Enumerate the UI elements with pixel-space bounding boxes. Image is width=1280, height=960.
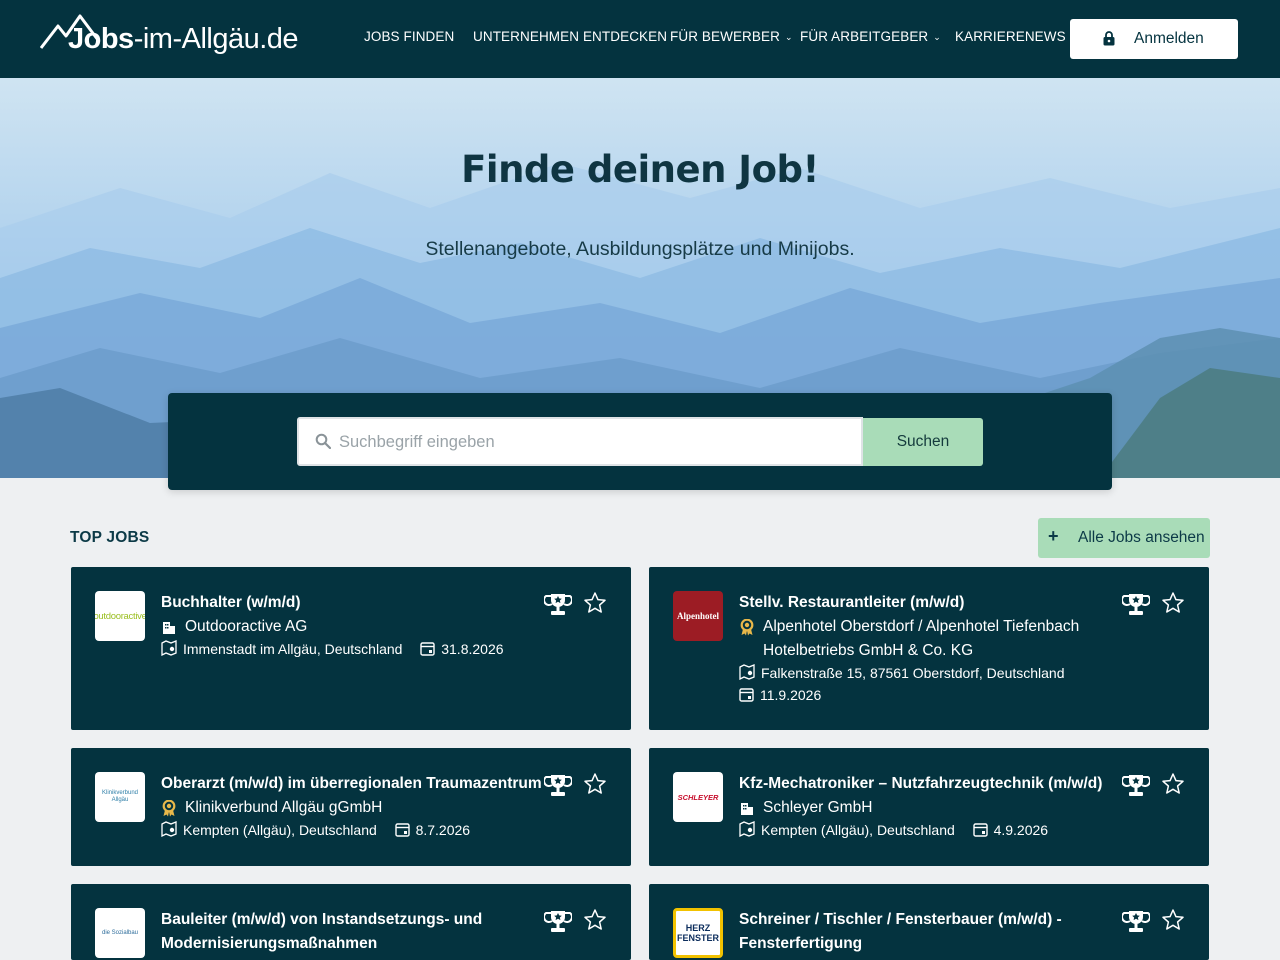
favorite-star-icon[interactable] [1161,908,1185,932]
job-meta: Immenstadt im Allgäu, Deutschland 31.8.2… [161,638,504,660]
nav-fuer-arbeitgeber[interactable]: FÜR ARBEITGEBER ⌄ [800,29,941,44]
lock-icon [1103,31,1115,46]
hero-subtitle: Stellenangebote, Ausbildungsplätze und M… [425,238,855,260]
job-title[interactable]: Buchhalter (w/m/d) [161,591,561,615]
company-logo: Klinikverbund Allgäu [95,772,145,822]
award-badge-icon [162,800,176,817]
job-location: Kempten (Allgäu), Deutschland [761,822,955,838]
all-jobs-button[interactable]: + Alle Jobs ansehen [1038,518,1210,558]
nav-jobs-finden[interactable]: JOBS FINDEN [364,29,454,44]
job-title[interactable]: Kfz-Mechatroniker – Nutzfahrzeugtechnik … [739,772,1139,796]
job-company: Klinikverbund Allgäu gGmbH [161,796,382,820]
company-logo: HERZ FENSTER [673,908,723,958]
job-card[interactable]: SCHLEYER Kfz-Mechatroniker – Nutzfahrzeu… [649,748,1209,866]
location-map-icon [161,821,177,837]
calendar-icon [972,823,988,837]
job-card[interactable]: HERZ FENSTER Schreiner / Tischler / Fens… [649,884,1209,960]
job-title[interactable]: Schreiner / Tischler / Fensterbauer (m/w… [739,908,1099,956]
top-job-trophy-icon [1122,775,1150,796]
login-button[interactable]: Anmelden [1070,19,1238,59]
favorite-star-icon[interactable] [583,908,607,932]
search-button[interactable]: Suchen [863,418,983,466]
search-input[interactable] [339,429,839,455]
job-meta: Falkenstraße 15, 87561 Oberstdorf, Deuts… [739,662,1065,684]
nav-fuer-bewerber[interactable]: FÜR BEWERBER ⌄ [670,29,793,44]
location-map-icon [739,821,755,837]
job-meta: Kempten (Allgäu), Deutschland 8.7.2026 [161,819,470,841]
job-date: 8.7.2026 [415,822,471,838]
hero-title: Finde deinen Job! [461,148,819,191]
favorite-star-icon[interactable] [1161,591,1185,615]
company-logo: die Sozialbau [95,908,145,958]
top-job-trophy-icon [544,911,572,932]
calendar-icon [394,823,410,837]
job-date: 4.9.2026 [993,822,1049,838]
login-label: Anmelden [1134,30,1204,47]
award-badge-icon [740,619,754,636]
calendar-icon [739,688,754,702]
company-logo: Alpenhotel [673,591,723,641]
favorite-star-icon[interactable] [1161,772,1185,796]
job-title[interactable]: Oberarzt (m/w/d) im überregionalen Traum… [161,772,551,796]
chevron-down-icon: ⌄ [784,32,793,42]
job-card[interactable]: die Sozialbau Bauleiter (m/w/d) von Inst… [71,884,631,960]
job-card[interactable]: Klinikverbund Allgäu Oberarzt (m/w/d) im… [71,748,631,866]
top-jobs-heading: TOP JOBS [70,529,150,546]
logo-text: Jobs-im-Allgäu.de [68,23,299,55]
top-job-trophy-icon [1122,594,1150,615]
job-card[interactable]: outdooractive Buchhalter (w/m/d) Outdoor… [71,567,631,730]
location-map-icon [161,640,177,656]
job-meta: Kempten (Allgäu), Deutschland 4.9.2026 [739,819,1048,841]
chevron-down-icon: ⌄ [933,32,941,42]
job-title[interactable]: Bauleiter (m/w/d) von Instandsetzungs- u… [161,908,541,956]
top-job-trophy-icon [1122,911,1150,932]
job-meta-date: 11.9.2026 [739,684,821,706]
job-company: Outdooractive AG [161,615,307,639]
job-date: 31.8.2026 [441,641,504,657]
site-header: Jobs-im-Allgäu.de JOBS FINDEN UNTERNEHME… [0,0,1280,78]
job-card[interactable]: Alpenhotel Stellv. Restaurantleiter (m/w… [649,567,1209,730]
job-date: 11.9.2026 [760,687,822,703]
building-icon [741,803,753,815]
job-location: Kempten (Allgäu), Deutschland [183,822,377,838]
nav-karrierenews[interactable]: KARRIERENEWS [955,29,1066,44]
favorite-star-icon[interactable] [583,591,607,615]
top-job-trophy-icon [544,594,572,615]
top-job-trophy-icon [544,775,572,796]
plus-icon: + [1048,526,1059,546]
job-location: Falkenstraße 15, 87561 Oberstdorf, Deuts… [761,665,1065,681]
calendar-icon [420,642,435,656]
job-title[interactable]: Stellv. Restaurantleiter (m/w/d) [739,591,1139,615]
job-location: Immenstadt im Allgäu, Deutschland [183,641,403,657]
company-logo: outdooractive [95,591,145,641]
search-field-container [297,417,863,466]
search-panel: Suchen [168,393,1112,490]
job-company: Schleyer GmbH [739,796,872,820]
search-icon [315,433,331,449]
all-jobs-label: Alle Jobs ansehen [1078,529,1205,546]
nav-unternehmen-entdecken[interactable]: UNTERNEHMEN ENTDECKEN [473,29,667,44]
favorite-star-icon[interactable] [583,772,607,796]
job-company: Alpenhotel Oberstdorf / Alpenhotel Tiefe… [739,615,1119,663]
company-logo: SCHLEYER [673,772,723,822]
location-map-icon [739,664,755,680]
building-icon [163,622,175,634]
